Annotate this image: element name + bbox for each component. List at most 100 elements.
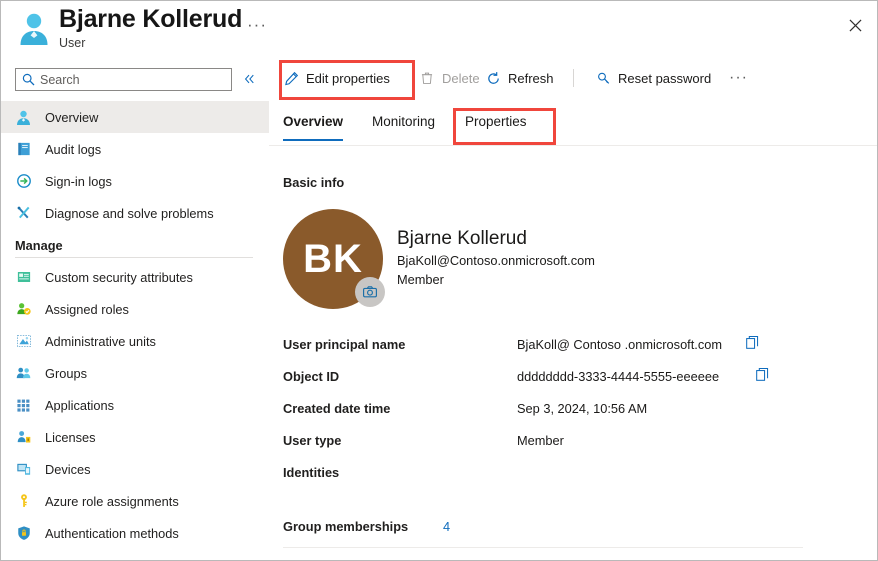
sidebar-item-diagnose-and-solve-problems[interactable]: Diagnose and solve problems <box>1 197 269 229</box>
tab-label: Overview <box>283 113 344 129</box>
book-icon <box>15 141 32 158</box>
camera-icon[interactable] <box>355 277 385 307</box>
avatar-wrapper: BK <box>283 209 385 309</box>
groups-icon <box>15 365 32 382</box>
property-label: User principal name <box>283 337 406 352</box>
attribute-card-icon <box>15 269 32 286</box>
shield-lock-icon <box>15 525 32 542</box>
sidebar-item-label: Licenses <box>45 429 96 445</box>
sidebar-search-row <box>1 63 269 97</box>
property-value: Member <box>517 433 564 448</box>
header-subtitle: User <box>59 36 86 50</box>
tab-strip: Overview Monitoring Properties <box>269 105 877 141</box>
property-row: User type Member <box>283 429 813 461</box>
command-label: Delete <box>442 70 480 86</box>
sidebar-item-azure-role-assignments[interactable]: Azure role assignments <box>1 485 269 517</box>
tab-active-indicator <box>283 139 344 141</box>
sidebar-item-label: Devices <box>45 461 91 477</box>
delete-button[interactable]: Delete <box>419 65 480 91</box>
property-row: Identities <box>283 461 813 493</box>
user-blade: Bjarne Kollerud ··· User Search Overview… <box>0 0 878 561</box>
reset-password-button[interactable]: Reset password <box>595 65 711 91</box>
command-label: Refresh <box>508 70 554 86</box>
key-search-icon <box>595 70 611 86</box>
user-icon <box>15 109 32 126</box>
blade-sidebar: Overview Audit logs <box>1 57 269 560</box>
sidebar-item-label: Sign-in logs <box>45 173 112 189</box>
sidebar-item-administrative-units[interactable]: Administrative units <box>1 325 269 357</box>
sidebar-item-custom-security-attributes[interactable]: Custom security attributes <box>1 261 269 293</box>
identity-upn: BjaKoll@Contoso.onmicrosoft.com <box>397 253 595 268</box>
search-icon <box>22 73 35 86</box>
sidebar-group-divider <box>15 257 253 258</box>
property-value: BjaKoll@ Contoso .onmicrosoft.com <box>517 337 723 352</box>
sidebar-primary-nav: Overview Audit logs Sign-in logs Diagnos… <box>1 101 269 549</box>
sidebar-item-label: Applications <box>45 397 115 413</box>
chevron-double-left-icon[interactable] <box>239 69 259 89</box>
sidebar-item-label: Authentication methods <box>45 525 179 541</box>
copy-icon[interactable] <box>745 335 761 351</box>
assigned-roles-icon <box>15 301 32 318</box>
blade-content: Edit properties Delete Refresh Reset pas… <box>269 57 877 560</box>
licenses-icon <box>15 429 32 446</box>
tab-monitoring[interactable]: Monitoring <box>372 105 435 137</box>
blade-header: Bjarne Kollerud ··· User <box>1 1 877 57</box>
refresh-icon <box>485 70 501 86</box>
property-row: User principal name BjaKoll@ Contoso .on… <box>283 333 813 365</box>
page-title: Bjarne Kollerud <box>59 5 243 33</box>
trash-icon <box>419 70 435 86</box>
sidebar-item-label: Diagnose and solve problems <box>45 205 214 221</box>
identity-block: Bjarne Kollerud BjaKoll@Contoso.onmicros… <box>397 227 595 289</box>
sidebar-item-assigned-roles[interactable]: Assigned roles <box>1 293 269 325</box>
sidebar-item-applications[interactable]: Applications <box>1 389 269 421</box>
sidebar-item-label: Assigned roles <box>45 301 129 317</box>
edit-properties-button[interactable]: Edit properties <box>283 65 390 91</box>
command-overflow-button[interactable]: ··· <box>729 65 748 91</box>
sidebar-item-label: Audit logs <box>45 141 102 157</box>
section-title-basic-info: Basic info <box>283 175 345 190</box>
sidebar-item-groups[interactable]: Groups <box>1 357 269 389</box>
header-more-menu[interactable]: ··· <box>247 15 267 35</box>
devices-icon <box>15 461 32 478</box>
sidebar-item-authentication-methods[interactable]: Authentication methods <box>1 517 269 549</box>
close-icon[interactable] <box>841 11 869 39</box>
property-value: dddddddd-3333-4444-5555-eeeeee <box>517 369 720 384</box>
sidebar-item-label: Azure role assignments <box>45 493 179 509</box>
property-label: Identities <box>283 465 340 480</box>
refresh-button[interactable]: Refresh <box>485 65 554 91</box>
sidebar-item-label: Administrative units <box>45 333 156 349</box>
search-input[interactable] <box>40 70 218 89</box>
property-value: Sep 3, 2024, 10:56 AM <box>517 401 648 416</box>
property-label: Created date time <box>283 401 391 416</box>
sidebar-item-label: Custom security attributes <box>45 269 193 285</box>
sidebar-item-label: Groups <box>45 365 87 381</box>
group-memberships-label: Group memberships <box>283 519 409 534</box>
sidebar-item-devices[interactable]: Devices <box>1 453 269 485</box>
property-row: Object ID dddddddd-3333-4444-5555-eeeeee <box>283 365 813 397</box>
section-divider <box>283 547 803 548</box>
sidebar-item-licenses[interactable]: Licenses <box>1 421 269 453</box>
command-separator <box>573 69 574 87</box>
property-label: User type <box>283 433 342 448</box>
group-memberships-count[interactable]: 4 <box>443 519 450 534</box>
content-divider <box>269 145 877 146</box>
tab-label: Properties <box>465 113 527 129</box>
command-label: Edit properties <box>306 70 390 86</box>
command-label: Reset password <box>618 70 712 86</box>
key-icon <box>15 493 32 510</box>
wrench-screwdriver-icon <box>15 205 32 222</box>
sidebar-item-label: Overview <box>45 109 99 125</box>
tab-overview[interactable]: Overview <box>283 105 344 141</box>
sidebar-item-sign-in-logs[interactable]: Sign-in logs <box>1 165 269 197</box>
sidebar-group-title: Manage <box>15 238 63 253</box>
sidebar-item-audit-logs[interactable]: Audit logs <box>1 133 269 165</box>
tab-label: Monitoring <box>372 113 436 129</box>
properties-list: User principal name BjaKoll@ Contoso .on… <box>283 333 813 493</box>
sidebar-item-overview[interactable]: Overview <box>1 101 269 133</box>
tab-properties[interactable]: Properties <box>465 105 527 137</box>
search-box[interactable] <box>15 68 232 91</box>
pencil-icon <box>283 70 299 86</box>
copy-icon[interactable] <box>755 367 771 383</box>
property-row: Created date time Sep 3, 2024, 10:56 AM <box>283 397 813 429</box>
property-label: Object ID <box>283 369 340 384</box>
